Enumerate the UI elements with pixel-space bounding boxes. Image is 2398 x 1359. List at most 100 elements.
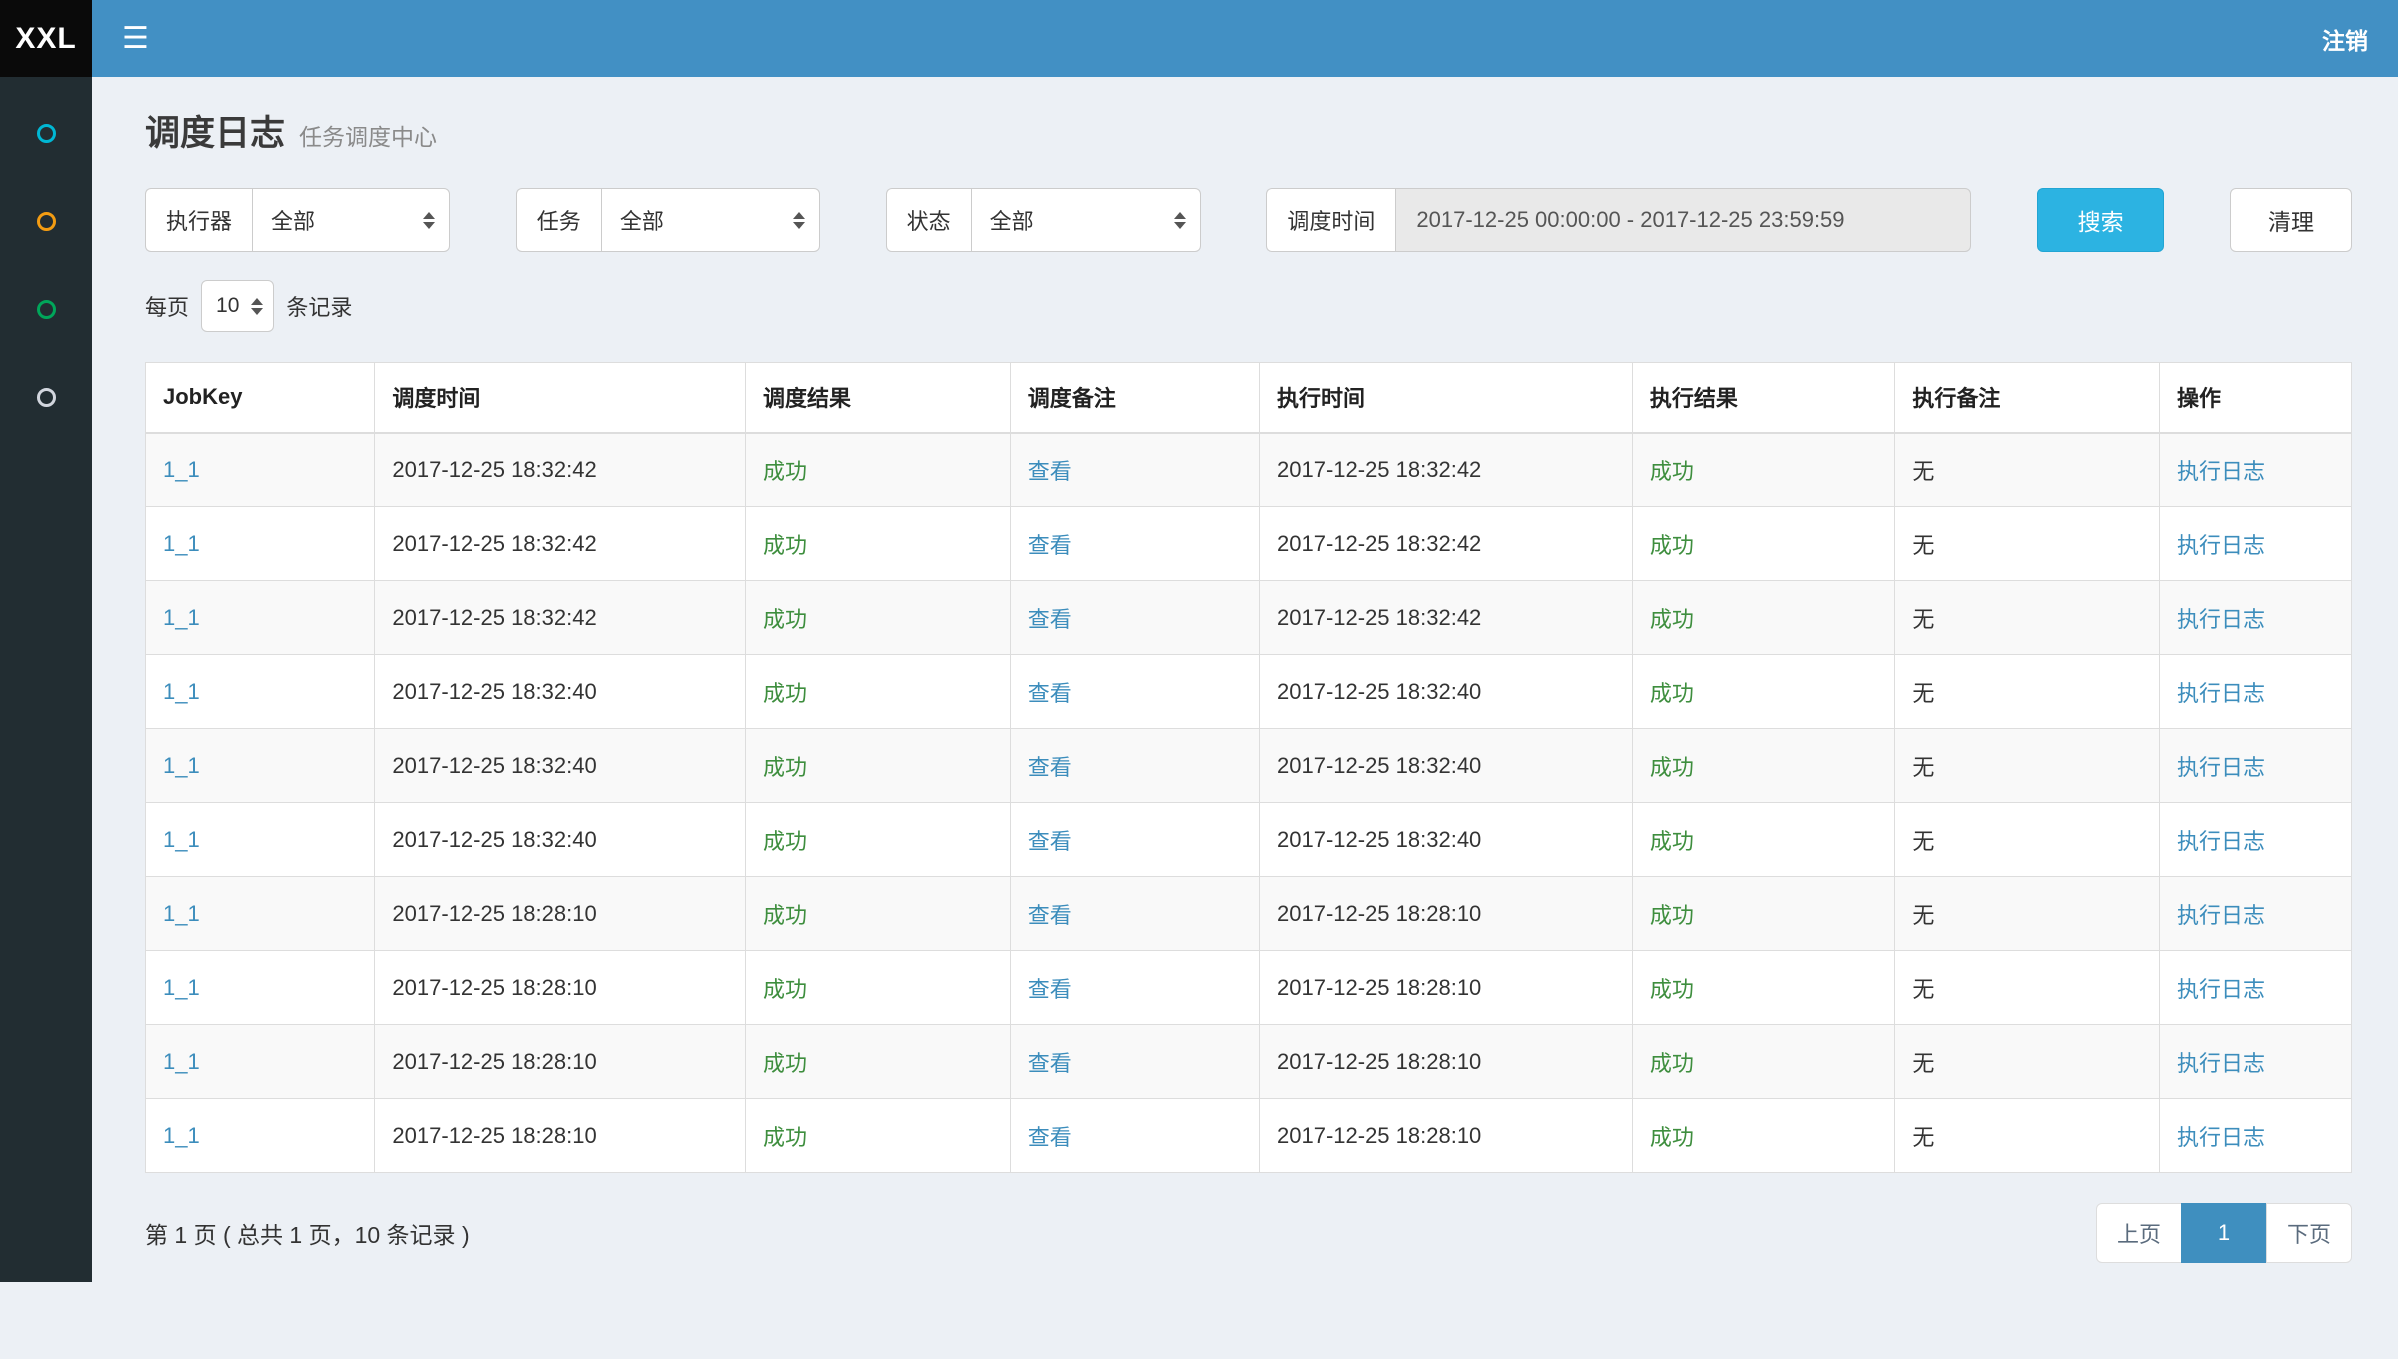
jobkey-link[interactable]: 1_1 — [163, 457, 200, 482]
pagination: 上页 1 下页 — [2096, 1203, 2352, 1263]
handle-msg-cell: 无 — [1895, 951, 2160, 1025]
next-page-button[interactable]: 下页 — [2266, 1203, 2352, 1263]
execution-log-link[interactable]: 执行日志 — [2177, 829, 2265, 854]
jobkey-link[interactable]: 1_1 — [163, 679, 200, 704]
execution-log-link[interactable]: 执行日志 — [2177, 533, 2265, 558]
job-select[interactable]: 全部 — [601, 188, 820, 252]
trigger-result-text: 成功 — [763, 1125, 807, 1150]
jobkey-cell: 1_1 — [146, 951, 375, 1025]
execution-log-link[interactable]: 执行日志 — [2177, 903, 2265, 928]
sidebar-item-4[interactable] — [0, 353, 92, 441]
executor-filter-group: 执行器 全部 — [145, 188, 450, 252]
view-trigger-msg-link[interactable]: 查看 — [1028, 1125, 1072, 1150]
jobkey-link[interactable]: 1_1 — [163, 1123, 200, 1148]
execution-log-link[interactable]: 执行日志 — [2177, 607, 2265, 632]
trigger-msg-cell: 查看 — [1010, 877, 1259, 951]
trigger-result-text: 成功 — [763, 903, 807, 928]
trigger-msg-cell: 查看 — [1010, 433, 1259, 507]
trigger-time-cell: 2017-12-25 18:32:42 — [375, 507, 746, 581]
jobkey-link[interactable]: 1_1 — [163, 827, 200, 852]
navbar-main: ☰ 注销 — [92, 0, 2398, 77]
execution-log-link[interactable]: 执行日志 — [2177, 1125, 2265, 1150]
schedule-log-table: JobKey 调度时间 调度结果 调度备注 执行时间 执行结果 执行备注 操作 … — [145, 362, 2352, 1173]
page-size-row: 每页 10 条记录 — [145, 280, 2352, 332]
trigger-result-cell: 成功 — [746, 1099, 1011, 1173]
view-trigger-msg-link[interactable]: 查看 — [1028, 755, 1072, 780]
action-cell: 执行日志 — [2160, 433, 2352, 507]
handle-time-cell: 2017-12-25 18:32:42 — [1260, 433, 1633, 507]
execution-log-link[interactable]: 执行日志 — [2177, 1051, 2265, 1076]
trigger-time-cell: 2017-12-25 18:28:10 — [375, 951, 746, 1025]
page-header: 调度日志 任务调度中心 — [145, 105, 2352, 156]
handle-msg-cell: 无 — [1895, 1025, 2160, 1099]
pagination-info: 第 1 页 ( 总共 1 页，10 条记录 ) — [145, 1216, 470, 1250]
trigger-result-cell: 成功 — [746, 803, 1011, 877]
trigger-msg-cell: 查看 — [1010, 655, 1259, 729]
handle-time-cell: 2017-12-25 18:28:10 — [1260, 951, 1633, 1025]
page-size-select[interactable]: 10 — [201, 280, 274, 332]
action-cell: 执行日志 — [2160, 507, 2352, 581]
status-filter-label: 状态 — [886, 188, 971, 252]
jobkey-cell: 1_1 — [146, 581, 375, 655]
jobkey-cell: 1_1 — [146, 433, 375, 507]
handle-time-cell: 2017-12-25 18:32:40 — [1260, 655, 1633, 729]
status-filter-group: 状态 全部 — [886, 188, 1201, 252]
handle-result-cell: 成功 — [1632, 1099, 1895, 1173]
view-trigger-msg-link[interactable]: 查看 — [1028, 459, 1072, 484]
handle-result-cell: 成功 — [1632, 729, 1895, 803]
sidebar-toggle-icon[interactable]: ☰ — [122, 24, 149, 54]
col-header-handle-time: 执行时间 — [1260, 363, 1633, 433]
handle-result-cell: 成功 — [1632, 877, 1895, 951]
page-1-button[interactable]: 1 — [2181, 1203, 2267, 1263]
select-arrows-icon — [251, 298, 263, 315]
execution-log-link[interactable]: 执行日志 — [2177, 459, 2265, 484]
status-select[interactable]: 全部 — [971, 188, 1201, 252]
time-range-input[interactable] — [1395, 188, 1971, 252]
trigger-result-text: 成功 — [763, 977, 807, 1002]
execution-log-link[interactable]: 执行日志 — [2177, 681, 2265, 706]
view-trigger-msg-link[interactable]: 查看 — [1028, 681, 1072, 706]
handle-msg-cell: 无 — [1895, 729, 2160, 803]
handle-result-text: 成功 — [1650, 755, 1694, 780]
jobkey-link[interactable]: 1_1 — [163, 1049, 200, 1074]
trigger-result-cell: 成功 — [746, 729, 1011, 803]
jobkey-link[interactable]: 1_1 — [163, 975, 200, 1000]
search-button[interactable]: 搜索 — [2037, 188, 2164, 252]
table-row: 1_1 2017-12-25 18:32:42 成功 查看 2017-12-25… — [146, 581, 2352, 655]
execution-log-link[interactable]: 执行日志 — [2177, 977, 2265, 1002]
handle-result-text: 成功 — [1650, 607, 1694, 632]
sidebar-item-1[interactable] — [0, 89, 92, 177]
handle-result-cell: 成功 — [1632, 433, 1895, 507]
prev-page-button[interactable]: 上页 — [2096, 1203, 2182, 1263]
view-trigger-msg-link[interactable]: 查看 — [1028, 829, 1072, 854]
top-navbar: XXL ☰ 注销 — [0, 0, 2398, 77]
view-trigger-msg-link[interactable]: 查看 — [1028, 533, 1072, 558]
view-trigger-msg-link[interactable]: 查看 — [1028, 977, 1072, 1002]
col-header-handle-msg: 执行备注 — [1895, 363, 2160, 433]
log-table-body: 1_1 2017-12-25 18:32:42 成功 查看 2017-12-25… — [146, 433, 2352, 1173]
app-logo[interactable]: XXL — [0, 0, 92, 77]
view-trigger-msg-link[interactable]: 查看 — [1028, 607, 1072, 632]
circle-icon — [37, 300, 56, 319]
view-trigger-msg-link[interactable]: 查看 — [1028, 903, 1072, 928]
clear-button[interactable]: 清理 — [2230, 188, 2352, 252]
jobkey-link[interactable]: 1_1 — [163, 901, 200, 926]
circle-icon — [37, 388, 56, 407]
view-trigger-msg-link[interactable]: 查看 — [1028, 1051, 1072, 1076]
trigger-result-cell: 成功 — [746, 877, 1011, 951]
jobkey-link[interactable]: 1_1 — [163, 605, 200, 630]
jobkey-link[interactable]: 1_1 — [163, 753, 200, 778]
executor-select[interactable]: 全部 — [252, 188, 450, 252]
action-cell: 执行日志 — [2160, 877, 2352, 951]
logout-link[interactable]: 注销 — [2322, 22, 2368, 56]
handle-msg-cell: 无 — [1895, 433, 2160, 507]
action-cell: 执行日志 — [2160, 1025, 2352, 1099]
jobkey-link[interactable]: 1_1 — [163, 531, 200, 556]
sidebar-item-2[interactable] — [0, 177, 92, 265]
table-row: 1_1 2017-12-25 18:32:40 成功 查看 2017-12-25… — [146, 803, 2352, 877]
trigger-time-cell: 2017-12-25 18:32:42 — [375, 433, 746, 507]
sidebar-item-3[interactable] — [0, 265, 92, 353]
execution-log-link[interactable]: 执行日志 — [2177, 755, 2265, 780]
jobkey-cell: 1_1 — [146, 877, 375, 951]
handle-result-text: 成功 — [1650, 829, 1694, 854]
